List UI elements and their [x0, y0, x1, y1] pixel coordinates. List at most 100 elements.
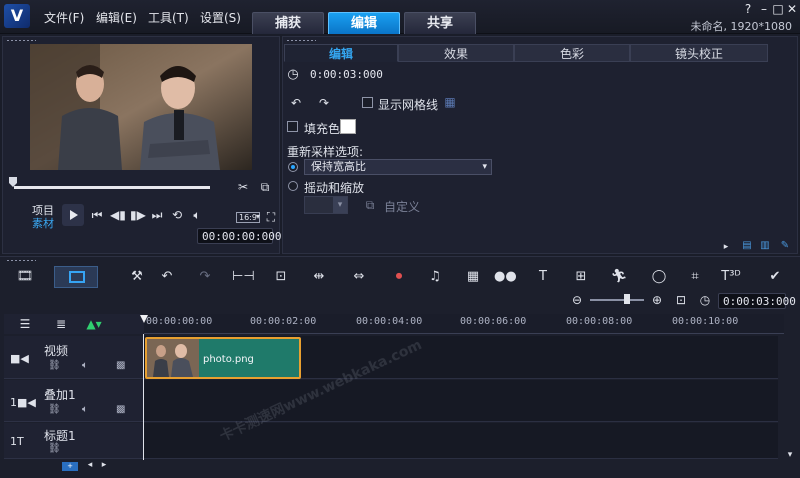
- track-name: 叠加1: [44, 388, 76, 402]
- resample-select-value: 保持宽高比: [311, 160, 366, 173]
- multi-camera-icon[interactable]: ▦: [462, 268, 484, 286]
- track-header-overlay[interactable]: 1■◀ 叠加1 ⛓ 🔈︎ ▩: [4, 380, 144, 422]
- close-icon[interactable]: ✕: [784, 2, 800, 16]
- zoom-slider[interactable]: [590, 299, 644, 301]
- panel-grip[interactable]: [6, 39, 36, 42]
- next-frame-icon[interactable]: ▮▶: [130, 208, 146, 222]
- tab-options-lens[interactable]: 镜头校正: [630, 44, 768, 62]
- timeline-view-button[interactable]: [54, 266, 98, 288]
- view-mode-2-icon[interactable]: ▥: [758, 240, 772, 251]
- link-icon[interactable]: ⛓: [48, 443, 61, 454]
- tab-options-edit[interactable]: 编辑: [284, 44, 398, 62]
- help-icon[interactable]: ?: [740, 2, 756, 16]
- edit-pencil-icon[interactable]: ✎: [778, 240, 792, 251]
- add-track-icon[interactable]: +: [62, 462, 78, 471]
- keep-aspect-radio[interactable]: [288, 162, 298, 172]
- tab-capture[interactable]: 捕获: [252, 12, 324, 34]
- track-header-video[interactable]: ■◀ 视频 ⛓ 🔈︎ ▩: [4, 336, 144, 379]
- pan-zoom-radio[interactable]: [288, 181, 298, 191]
- menu-tools[interactable]: 工具(T): [148, 9, 189, 26]
- scroll-down-icon[interactable]: ▾: [786, 450, 794, 460]
- color-icon[interactable]: ●●: [494, 268, 517, 286]
- undo-icon[interactable]: ↶: [156, 268, 178, 286]
- scroll-left-icon[interactable]: ◂: [86, 460, 94, 470]
- ripple-icon[interactable]: ⇹: [308, 268, 330, 286]
- title-icon[interactable]: T: [532, 268, 554, 286]
- play-icon: [70, 210, 78, 220]
- zoom-out-icon[interactable]: ⊖: [570, 293, 584, 307]
- panel-grip[interactable]: [286, 39, 316, 42]
- timeline-clip[interactable]: photo.png: [145, 337, 301, 379]
- batch-icon[interactable]: ✔: [764, 268, 786, 286]
- tab-options-color[interactable]: 色彩: [514, 44, 630, 62]
- scrub-bar[interactable]: [14, 186, 210, 189]
- mask-icon[interactable]: ◯: [648, 268, 670, 286]
- scroll-right-icon[interactable]: ▸: [100, 460, 108, 470]
- trim-scissors-icon[interactable]: ✂: [236, 180, 250, 194]
- tab-share[interactable]: 共享: [404, 12, 476, 34]
- mute-icon[interactable]: 🔈︎: [82, 404, 88, 415]
- split-screen-icon[interactable]: ⊞: [570, 268, 592, 286]
- customize-label[interactable]: 自定义: [384, 198, 420, 215]
- expand-track-icon[interactable]: ⇔: [348, 268, 370, 286]
- preview-window[interactable]: [30, 44, 252, 170]
- customize-icon[interactable]: ⧉: [362, 198, 378, 213]
- link-icon[interactable]: ⛓: [48, 360, 61, 371]
- resample-select[interactable]: 保持宽高比 ▾: [304, 159, 492, 175]
- record-icon[interactable]: ⏺: [388, 268, 410, 286]
- link-icon[interactable]: ⛓: [48, 404, 61, 415]
- expand-arrow-icon[interactable]: ▸: [722, 242, 730, 252]
- rotate-left-icon[interactable]: ↶: [288, 96, 304, 110]
- tab-options-effects[interactable]: 效果: [398, 44, 514, 62]
- fit-timeline-icon[interactable]: ⊡: [674, 293, 688, 307]
- pan-zoom-preset-select[interactable]: ▾: [304, 196, 348, 214]
- redo-icon[interactable]: ↷: [194, 268, 216, 286]
- audio-mixer-icon[interactable]: ♫: [424, 268, 446, 286]
- timeline-timecode[interactable]: 0:00:03:000: [718, 293, 796, 309]
- track-name: 标题1: [44, 429, 76, 443]
- zoom-slider-handle[interactable]: [624, 294, 630, 304]
- go-to-start-icon[interactable]: ⏮: [90, 208, 104, 223]
- aspect-dropdown-icon[interactable]: ▾: [254, 212, 262, 221]
- grid-icon[interactable]: ▩: [116, 404, 125, 415]
- track-manager-icon[interactable]: ☰: [18, 317, 32, 331]
- grid-icon[interactable]: ▩: [116, 360, 125, 371]
- fullscreen-icon[interactable]: ⛶: [264, 210, 278, 225]
- show-grid-checkbox[interactable]: [362, 97, 373, 108]
- chevron-down-icon: ▾: [482, 162, 487, 172]
- player-timecode[interactable]: 00:00:00:000: [197, 228, 281, 244]
- play-button[interactable]: [62, 204, 84, 226]
- chapter-icon[interactable]: ≣: [54, 317, 68, 331]
- split-icon[interactable]: ⊢⊣: [232, 268, 255, 286]
- fill-color-checkbox[interactable]: [287, 121, 298, 132]
- storyboard-view-icon[interactable]: 🎞︎: [14, 268, 36, 286]
- mode-clip[interactable]: 素材: [32, 215, 54, 231]
- volume-icon[interactable]: 🔈︎: [190, 208, 204, 223]
- previous-frame-icon[interactable]: ◀▮: [110, 208, 126, 222]
- panel-grip[interactable]: [6, 259, 36, 262]
- grid-settings-icon[interactable]: ▦: [442, 95, 458, 109]
- clip-name: photo.png: [203, 354, 254, 365]
- timeline-view-icon: [69, 271, 85, 283]
- fill-color-swatch[interactable]: [340, 119, 356, 134]
- snapshot-icon[interactable]: ⧉: [258, 180, 272, 195]
- 3d-title-icon[interactable]: T³ᴰ: [720, 268, 742, 286]
- rotate-right-icon[interactable]: ↷: [316, 96, 332, 110]
- fit-icon[interactable]: ⊡: [270, 268, 292, 286]
- go-to-end-icon[interactable]: ⏭: [150, 208, 164, 223]
- motion-tracking-icon[interactable]: 🏃︎: [608, 268, 630, 286]
- duration-field[interactable]: 0:00:03:000: [306, 67, 383, 83]
- repeat-icon[interactable]: ⟲: [170, 208, 184, 222]
- add-marker-icon[interactable]: ▲▾: [86, 317, 102, 331]
- menu-edit[interactable]: 编辑(E): [96, 9, 137, 26]
- tools-icon[interactable]: ⚒: [126, 268, 148, 286]
- crop-icon[interactable]: ⌗: [684, 268, 706, 286]
- tab-edit[interactable]: 编辑: [328, 12, 400, 34]
- view-mode-1-icon[interactable]: ▤: [740, 240, 754, 251]
- menu-settings[interactable]: 设置(S): [200, 9, 241, 26]
- mute-icon[interactable]: 🔈︎: [82, 360, 88, 371]
- clip-thumbnail: [147, 339, 199, 377]
- track-header-title[interactable]: 1T 标题1 ⛓: [4, 423, 144, 459]
- zoom-in-icon[interactable]: ⊕: [650, 293, 664, 307]
- menu-file[interactable]: 文件(F): [44, 9, 84, 26]
